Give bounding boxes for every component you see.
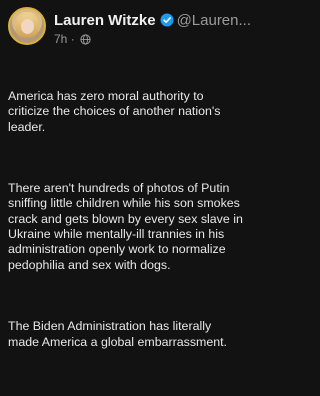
avatar[interactable] [8,7,46,45]
author-handle[interactable]: @Lauren... [177,12,251,29]
post-time[interactable]: 7h [54,32,67,46]
post-paragraph: The Biden Administration has literally m… [8,319,228,349]
author-row: Lauren Witzke @Lauren... [54,12,251,32]
author-name[interactable]: Lauren Witzke [54,12,156,29]
post-meta: 7h · [54,32,91,46]
post-paragraph: There aren't hundreds of photos of Putin… [8,180,247,272]
post-body: America has zero moral authority to crit… [8,58,244,396]
post-card: Lauren Witzke @Lauren... 7h · America has… [0,0,251,349]
verified-badge-icon [160,13,174,32]
post-header: Lauren Witzke @Lauren... 7h · [8,6,251,46]
post-paragraph: America has zero moral authority to crit… [8,88,224,134]
globe-icon [80,34,91,48]
meta-separator: · [70,32,75,46]
